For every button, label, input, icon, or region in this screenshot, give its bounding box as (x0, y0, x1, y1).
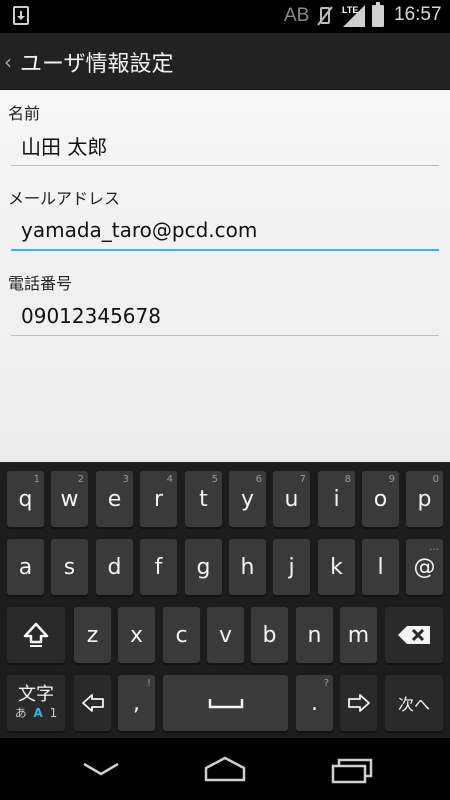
key-r[interactable]: 4r (140, 471, 177, 527)
download-icon (13, 6, 29, 25)
arrow-left-icon (81, 694, 104, 712)
user-info-form: 名前 メールアドレス 電話番号 (0, 90, 450, 462)
key-e[interactable]: 3e (96, 471, 133, 527)
navigation-bar (0, 738, 450, 800)
recents-icon (331, 758, 373, 784)
mode-indicator: あ A 1 (14, 706, 58, 720)
key-j[interactable]: j (273, 539, 310, 595)
backspace-icon (398, 626, 430, 644)
status-bar: AB LTE 16:57 (0, 0, 450, 33)
key-at[interactable]: … @ (406, 539, 443, 595)
key-t[interactable]: 5t (185, 471, 222, 527)
ime-indicator: AB (284, 5, 310, 26)
key-q[interactable]: 1q (7, 471, 44, 527)
cursor-right-key[interactable] (340, 675, 377, 731)
key-a[interactable]: a (7, 539, 44, 595)
key-s[interactable]: s (51, 539, 88, 595)
key-w[interactable]: 2w (51, 471, 88, 527)
shift-icon (23, 622, 49, 647)
space-key[interactable] (163, 675, 288, 731)
shift-key[interactable] (7, 607, 65, 663)
back-chevron-icon: ‹ (4, 50, 12, 74)
soft-keyboard: 1q 2w 3e 4r 5t 6y 7u 8i 9o 0p a s d f g … (0, 462, 450, 738)
recents-button[interactable] (327, 752, 377, 786)
backspace-key[interactable] (385, 607, 443, 663)
name-field[interactable] (11, 126, 439, 166)
up-navigation[interactable]: ‹ ユーザ情報設定 (0, 33, 200, 90)
name-label: 名前 (8, 104, 41, 123)
key-x[interactable]: x (118, 607, 155, 663)
network-type: LTE (342, 5, 358, 15)
chevron-down-icon (83, 762, 119, 776)
page-title: ユーザ情報設定 (20, 52, 174, 77)
mode-key-label: 文字 (18, 684, 54, 705)
arrow-right-icon (347, 694, 370, 712)
key-u[interactable]: 7u (273, 471, 310, 527)
hide-keyboard-button[interactable] (76, 752, 126, 786)
key-m[interactable]: m (340, 607, 377, 663)
key-z[interactable]: z (74, 607, 111, 663)
cursor-left-key[interactable] (74, 675, 111, 731)
email-label: メールアドレス (8, 189, 121, 208)
key-b[interactable]: b (251, 607, 288, 663)
phone-label: 電話番号 (8, 274, 73, 293)
status-clock: 16:57 (394, 4, 442, 25)
key-period[interactable]: ?. (296, 675, 333, 731)
key-i[interactable]: 8i (318, 471, 355, 527)
key-p[interactable]: 0p (406, 471, 443, 527)
home-icon (204, 756, 246, 782)
key-c[interactable]: c (163, 607, 200, 663)
key-comma[interactable]: !, (118, 675, 155, 731)
key-v[interactable]: v (207, 607, 244, 663)
email-field[interactable] (11, 211, 439, 251)
key-f[interactable]: f (140, 539, 177, 595)
key-h[interactable]: h (229, 539, 266, 595)
key-k[interactable]: k (318, 539, 355, 595)
key-l[interactable]: l (362, 539, 399, 595)
key-o[interactable]: 9o (362, 471, 399, 527)
home-button[interactable] (200, 752, 250, 786)
battery-icon (372, 2, 384, 27)
key-d[interactable]: d (96, 539, 133, 595)
key-n[interactable]: n (296, 607, 333, 663)
next-key[interactable]: 次へ (385, 675, 443, 731)
phone-field[interactable] (11, 296, 439, 336)
vibrate-mute-icon (317, 6, 333, 26)
space-icon (208, 699, 243, 709)
input-mode-key[interactable]: 文字 あ A 1 (7, 675, 65, 731)
action-bar: ‹ ユーザ情報設定 (0, 33, 450, 90)
signal-icon: LTE (342, 5, 365, 27)
key-g[interactable]: g (185, 539, 222, 595)
key-y[interactable]: 6y (229, 471, 266, 527)
